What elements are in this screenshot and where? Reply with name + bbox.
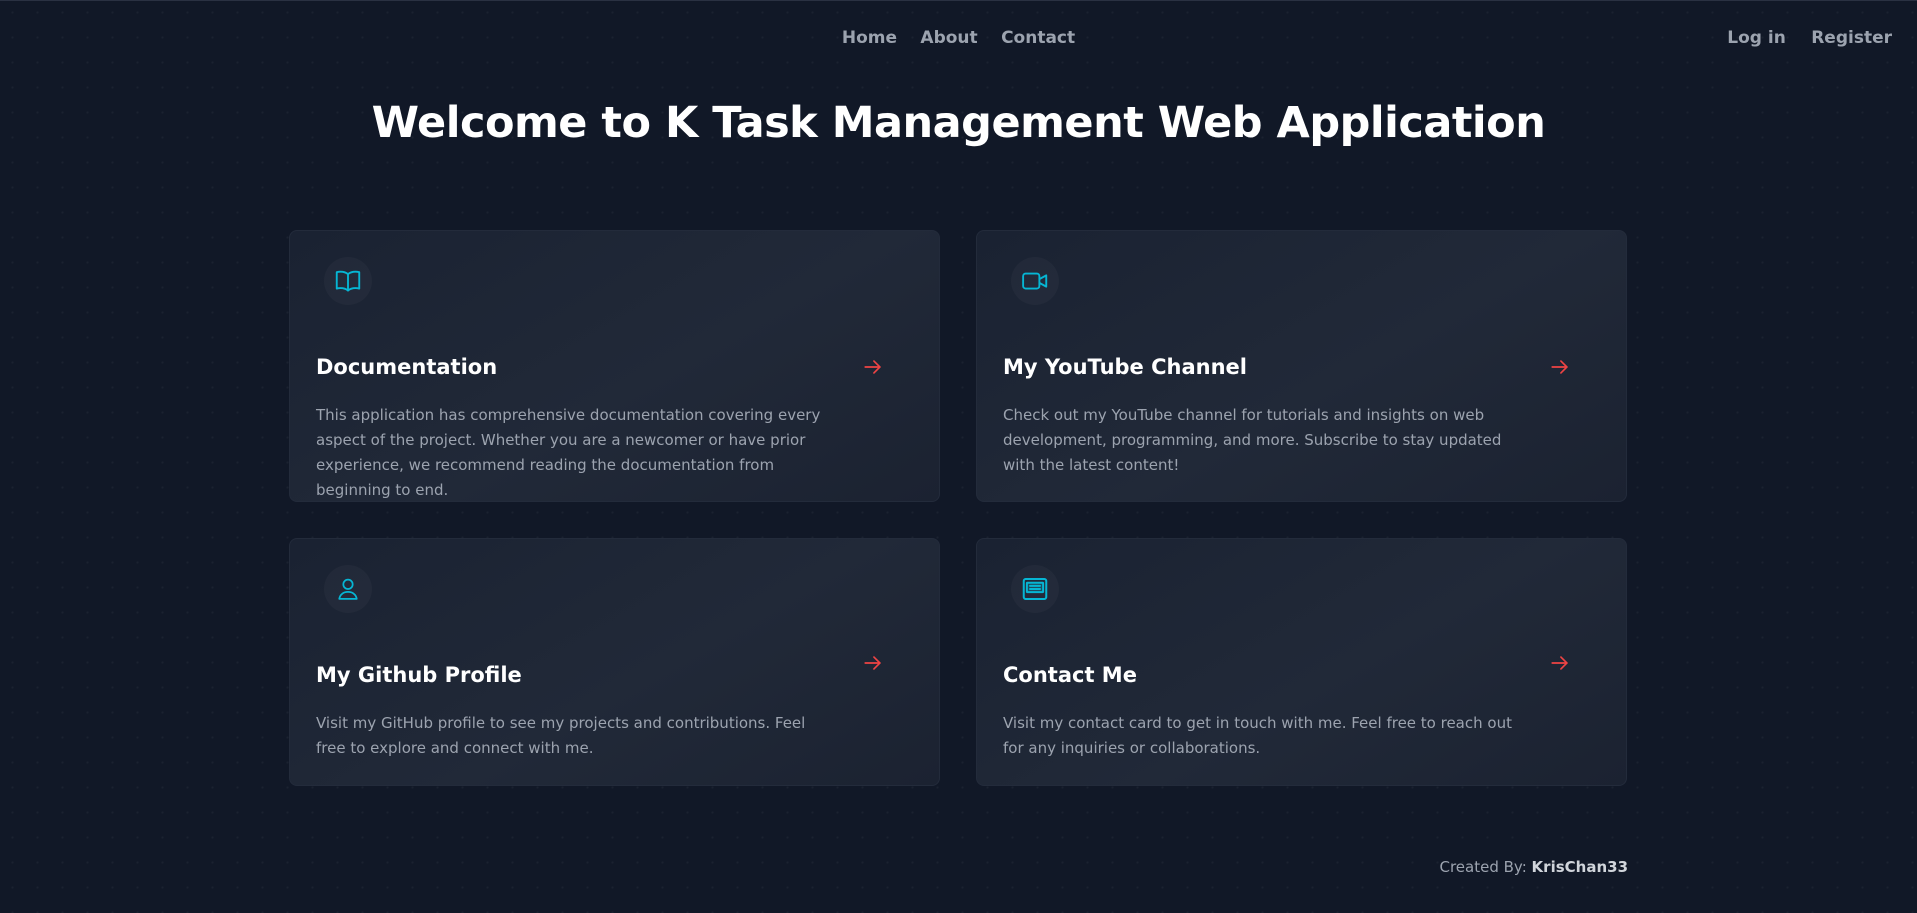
- card-description: Check out my YouTube channel for tutoria…: [1003, 406, 1502, 474]
- login-link[interactable]: Log in: [1727, 28, 1786, 48]
- card-title: Contact Me: [1003, 663, 1137, 687]
- card-description: Visit my GitHub profile to see my projec…: [316, 714, 806, 757]
- card-description: Visit my contact card to get in touch wi…: [1003, 714, 1512, 757]
- footer-credit: Created By: KrisChan33: [1440, 858, 1629, 876]
- main-nav: Home About Contact: [0, 28, 1917, 48]
- arrow-right-icon: [862, 652, 884, 678]
- card-title: My YouTube Channel: [1003, 355, 1247, 379]
- github-profile-card[interactable]: My Github Profile Visit my GitHub profil…: [289, 538, 940, 786]
- arrow-right-icon: [862, 356, 884, 382]
- card-title: My Github Profile: [316, 663, 522, 687]
- user-icon: [324, 565, 372, 613]
- youtube-channel-card[interactable]: My YouTube Channel Check out my YouTube …: [976, 230, 1627, 502]
- nav-contact-link[interactable]: Contact: [1001, 28, 1075, 48]
- page-title: Welcome to K Task Management Web Applica…: [371, 98, 1546, 148]
- card-description: This application has comprehensive docum…: [316, 406, 821, 499]
- top-border: [0, 0, 1917, 1]
- arrow-right-icon: [1549, 356, 1571, 382]
- card-title: Documentation: [316, 355, 498, 379]
- arrow-right-icon: [1549, 652, 1571, 678]
- register-link[interactable]: Register: [1811, 28, 1892, 48]
- footer-prefix: Created By:: [1439, 858, 1527, 876]
- nav-home-link[interactable]: Home: [842, 28, 897, 48]
- author-link[interactable]: KrisChan33: [1532, 858, 1628, 876]
- contact-me-card[interactable]: Contact Me Visit my contact card to get …: [976, 538, 1627, 786]
- book-open-icon: [324, 257, 372, 305]
- cards-grid: Documentation This application has compr…: [289, 230, 1627, 786]
- documentation-card[interactable]: Documentation This application has compr…: [289, 230, 940, 502]
- nav-about-link[interactable]: About: [920, 28, 977, 48]
- contact-card-icon: [1011, 565, 1059, 613]
- video-camera-icon: [1011, 257, 1059, 305]
- auth-nav: Log in Register: [1707, 28, 1892, 48]
